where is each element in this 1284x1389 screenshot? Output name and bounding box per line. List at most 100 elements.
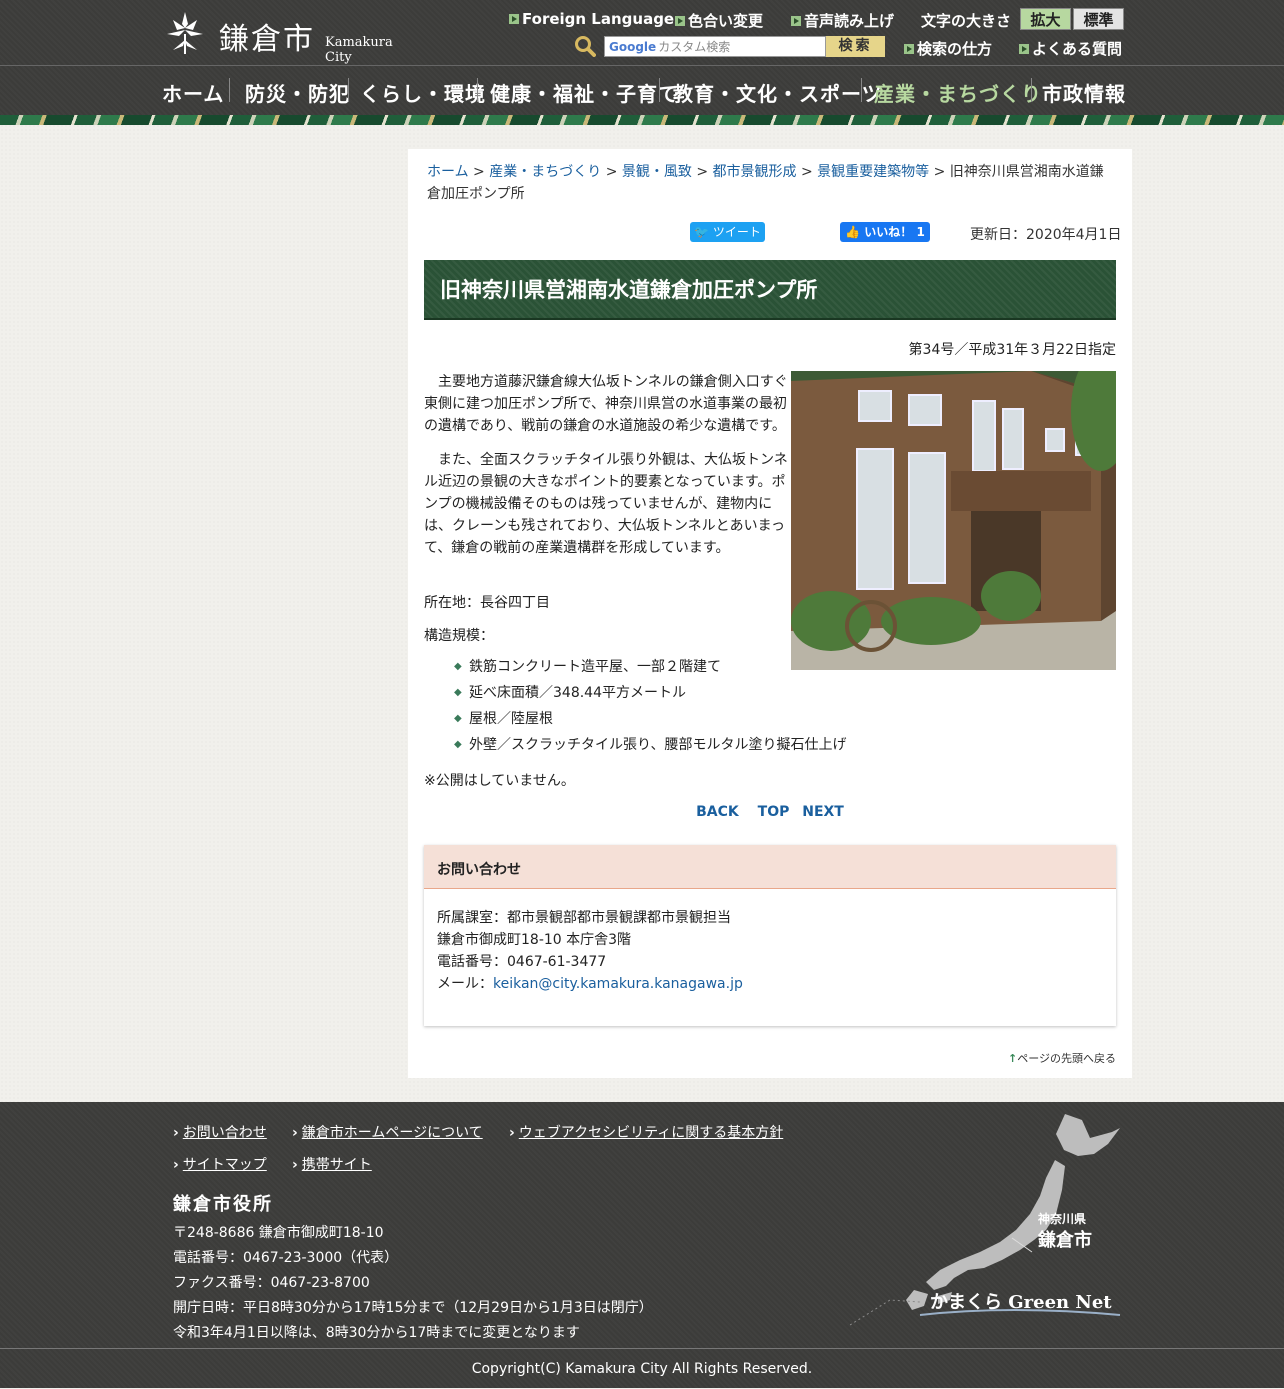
footer-fax: ファクス番号：0467-23-8700 xyxy=(173,1275,370,1291)
inquiry-tel: 電話番号：0467-61-3477 xyxy=(437,954,607,970)
up-arrow-icon: ↑ xyxy=(1008,1052,1018,1065)
nav-health[interactable]: 健康・福祉・子育て xyxy=(490,78,679,107)
search-icon xyxy=(575,36,596,57)
foreign-language-link[interactable]: Foreign Language xyxy=(509,10,674,28)
color-change-link[interactable]: 色合い変更 xyxy=(675,10,763,31)
link-label: 色合い変更 xyxy=(688,12,764,30)
designation-text: 第34号／平成31年３月22日指定 xyxy=(908,342,1116,358)
city-office-name: 鎌倉市役所 xyxy=(173,1194,273,1215)
breadcrumb-separator: > xyxy=(933,164,946,180)
arrow-bullet-icon xyxy=(675,15,685,26)
footer-link-accessibility[interactable]: ウェブアクセシビリティに関する基本方針 xyxy=(509,1122,783,1142)
breadcrumb-link[interactable]: 産業・まちづくり xyxy=(489,164,601,180)
tweet-button[interactable]: 🐦 ツイート xyxy=(690,222,765,242)
breadcrumb-link[interactable]: 都市景観形成 xyxy=(713,164,797,180)
description-paragraph-2: また、全面スクラッチタイル張り外観は、大仏坂トンネル近辺の景観の大きなポイント的… xyxy=(424,452,788,556)
description-paragraph-1: 主要地方道藤沢鎌倉線大仏坂トンネルの鎌倉側入口すぐ東側に建つ加圧ポンプ所で、神奈… xyxy=(424,374,788,434)
back-link[interactable]: BACK xyxy=(696,804,739,820)
footer-link-sitemap[interactable]: サイトマップ xyxy=(173,1154,267,1174)
breadcrumb-link[interactable]: 景観重要建築物等 xyxy=(817,164,929,180)
breadcrumb-separator: > xyxy=(473,164,485,180)
breadcrumb-separator: > xyxy=(800,164,813,180)
nav-separator xyxy=(348,78,349,102)
nav-life[interactable]: くらし・環境 xyxy=(360,78,486,107)
next-link[interactable]: NEXT xyxy=(802,804,844,820)
japan-map: 神奈川県 鎌倉市 かまくら Green Net xyxy=(849,1110,1130,1330)
nav-separator xyxy=(861,78,862,102)
footer-link-label: お問い合わせ xyxy=(182,1125,267,1141)
inquiry-body: 所属課室：都市景観部都市景観課都市景観担当 鎌倉市御成町18-10 本庁舎3階 … xyxy=(424,889,1116,1013)
link-label: 音声読み上げ xyxy=(804,12,895,30)
logo-japanese: 鎌倉市 xyxy=(219,22,315,57)
search-button[interactable]: 検索 xyxy=(826,36,885,57)
nav-disaster[interactable]: 防災・防犯 xyxy=(245,78,350,107)
structure-label: 構造規模： xyxy=(424,628,494,644)
nav-home[interactable]: ホーム xyxy=(162,78,224,107)
footer-link-label: サイトマップ xyxy=(182,1157,267,1173)
search-input[interactable]: Google カスタム検索 xyxy=(604,36,826,57)
list-item: 延べ床面積／348.44平方メートル xyxy=(454,682,846,708)
twitter-bird-icon: 🐦 xyxy=(694,225,710,239)
font-standard-button[interactable]: 標準 xyxy=(1073,8,1124,30)
arrow-bullet-icon xyxy=(1019,43,1029,54)
faq-link[interactable]: よくある質問 xyxy=(1019,38,1122,59)
mail-link[interactable]: keikan@city.kamakura.kanagawa.jp xyxy=(493,976,743,992)
breadcrumb-link[interactable]: 景観・風致 xyxy=(622,164,692,180)
list-item: 外壁／スクラッチタイル張り、腰部モルタル塗り擬石仕上げ xyxy=(454,734,846,760)
inquiry-mail-row: メール：keikan@city.kamakura.kanagawa.jp xyxy=(437,973,1103,995)
building-photo xyxy=(791,371,1116,670)
note-text: ※公開はしていません。 xyxy=(424,773,575,789)
map-city-label: 鎌倉市 xyxy=(1038,1230,1092,1251)
greennet-logo[interactable]: かまくら Green Net xyxy=(930,1288,1112,1314)
nav-separator xyxy=(229,78,230,102)
nav-city-info[interactable]: 市政情報 xyxy=(1042,78,1126,107)
page-title: 旧神奈川県営湘南水道鎌倉加圧ポンプ所 xyxy=(424,260,1116,320)
nav-industry[interactable]: 産業・まちづくり xyxy=(874,78,1042,107)
footer-link-label: 鎌倉市ホームページについて xyxy=(301,1125,483,1141)
breadcrumb-separator: > xyxy=(605,164,618,180)
pager: BACK TOP NEXT xyxy=(408,804,1132,820)
footer-link-contact[interactable]: お問い合わせ xyxy=(173,1122,267,1142)
link-label: 検索の仕方 xyxy=(917,40,993,58)
arrow-bullet-icon xyxy=(791,15,801,26)
footer-tel: 電話番号：0467-23-3000（代表） xyxy=(173,1250,399,1266)
nav-separator xyxy=(659,78,660,102)
breadcrumb: ホーム > 産業・まちづくり > 景観・風致 > 都市景観形成 > 景観重要建築… xyxy=(427,161,1117,205)
footer-link-mobile[interactable]: 携帯サイト xyxy=(292,1154,372,1174)
breadcrumb-separator: > xyxy=(696,164,709,180)
nav-separator xyxy=(477,78,478,102)
structure-list: 鉄筋コンクリート造平屋、一部２階建て 延べ床面積／348.44平方メートル 屋根… xyxy=(454,656,846,760)
search-help-link[interactable]: 検索の仕方 xyxy=(904,38,992,59)
site-logo[interactable]: 鎌倉市 Kamakura City xyxy=(163,10,423,65)
map-prefecture-label: 神奈川県 xyxy=(1038,1212,1087,1226)
main-content: ホーム > 産業・まちづくり > 景観・風致 > 都市景観形成 > 景観重要建築… xyxy=(408,149,1132,1078)
thumbs-up-icon: 👍 xyxy=(845,225,861,239)
logo-english: Kamakura City xyxy=(325,35,393,65)
voice-reading-link[interactable]: 音声読み上げ xyxy=(791,10,894,31)
top-link[interactable]: TOP xyxy=(758,804,790,820)
back-to-top-label: ページの先頭へ戻る xyxy=(1017,1052,1116,1065)
back-to-top-link[interactable]: ↑ページの先頭へ戻る xyxy=(1008,1050,1116,1066)
copyright: Copyright(C) Kamakura City All Rights Re… xyxy=(0,1348,1284,1388)
site-header: 鎌倉市 Kamakura City Foreign Language 色合い変更… xyxy=(0,0,1284,125)
list-item: 鉄筋コンクリート造平屋、一部２階建て xyxy=(454,656,846,682)
font-enlarge-button[interactable]: 拡大 xyxy=(1020,8,1071,30)
global-nav: ホーム 防災・防犯 くらし・環境 健康・福祉・子育て 教育・文化・スポーツ 産業… xyxy=(0,65,1284,115)
search-placeholder: カスタム検索 xyxy=(658,40,731,54)
footer-link-label: 携帯サイト xyxy=(301,1157,372,1173)
location-text: 所在地：長谷四丁目 xyxy=(424,595,550,611)
inquiry-heading: お問い合わせ xyxy=(424,845,1116,889)
footer-link-about[interactable]: 鎌倉市ホームページについて xyxy=(292,1122,483,1142)
font-size-label: 文字の大きさ xyxy=(921,12,1012,30)
arrow-bullet-icon xyxy=(509,14,519,24)
facebook-like-button[interactable]: 👍 いいね！ 1 xyxy=(840,222,930,242)
mail-label: メール： xyxy=(437,976,493,992)
breadcrumb-link[interactable]: ホーム xyxy=(427,164,469,180)
inquiry-box: お問い合わせ 所属課室：都市景観部都市景観課都市景観担当 鎌倉市御成町18-10… xyxy=(424,845,1116,1026)
google-brand-label: Google xyxy=(609,39,657,54)
inquiry-address: 鎌倉市御成町18-10 本庁舎3階 xyxy=(437,932,632,948)
inquiry-dept: 所属課室：都市景観部都市景観課都市景観担当 xyxy=(437,910,731,926)
site-footer: お問い合わせ 鎌倉市ホームページについて ウェブアクセシビリティに関する基本方針… xyxy=(0,1102,1284,1388)
building-photo-illustration xyxy=(791,371,1116,670)
nav-education[interactable]: 教育・文化・スポーツ xyxy=(673,78,883,107)
